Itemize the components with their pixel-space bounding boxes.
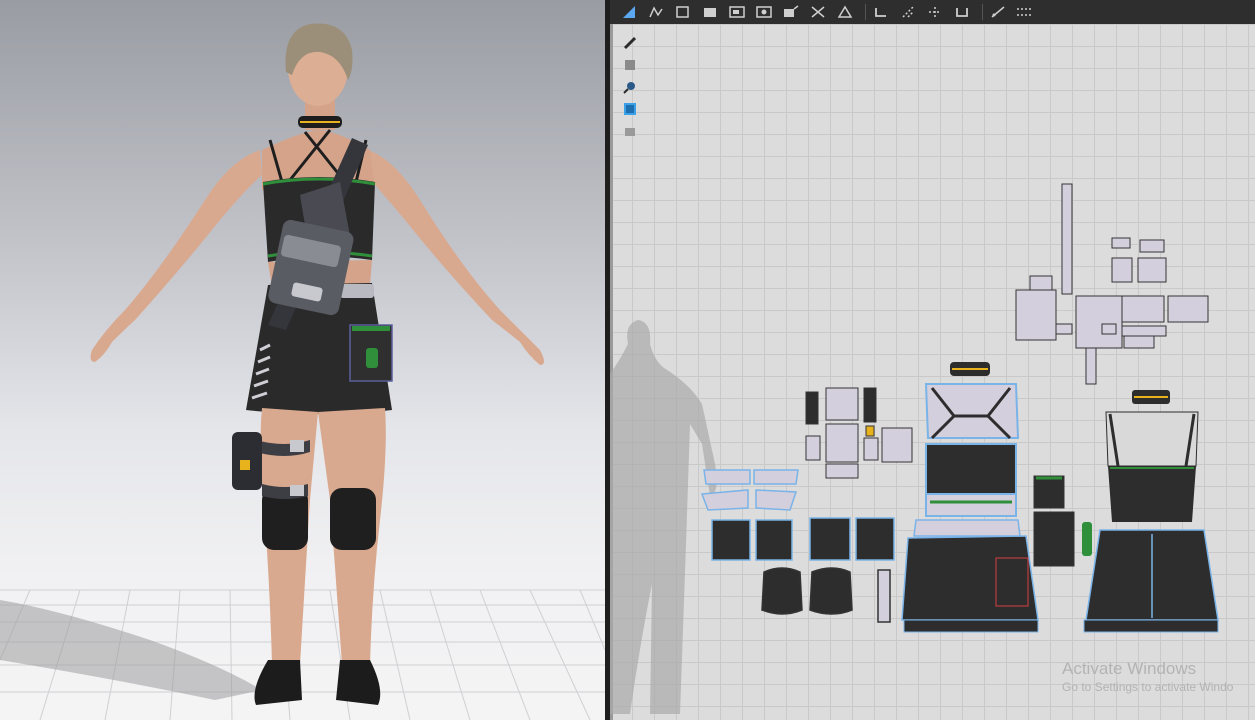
polygon-icon[interactable] [728, 4, 746, 20]
2d-pattern-window[interactable]: Activate Windows Go to Settings to activ… [610, 0, 1255, 720]
pattern-cluster-pouch[interactable] [805, 387, 913, 479]
select-pattern-icon[interactable] [620, 4, 638, 20]
line-icon[interactable] [1016, 4, 1034, 20]
sewing-tool-icon[interactable] [926, 4, 944, 20]
sew-icon[interactable] [809, 4, 827, 20]
avatar-model[interactable] [90, 23, 544, 705]
segment-sewing-icon[interactable] [836, 4, 854, 20]
right-knee-pad [330, 488, 376, 550]
left-shoe [254, 660, 302, 705]
free-sewing-icon[interactable] [953, 4, 971, 20]
toolbar-separator [982, 4, 983, 20]
avatar-silhouette [610, 320, 717, 714]
pattern-bodice-front[interactable] [901, 362, 1039, 633]
fold-icon[interactable] [782, 4, 800, 20]
rectangle-icon[interactable] [701, 4, 719, 20]
toolbar-separator [865, 4, 866, 20]
internal-polygon-icon[interactable] [755, 4, 773, 20]
2d-toolbar [610, 0, 1255, 24]
redo-icon[interactable] [899, 4, 917, 20]
pattern-cluster-bags[interactable] [1015, 183, 1209, 385]
pattern-dress-back[interactable] [1083, 390, 1219, 633]
avatar-shadow [0, 600, 262, 700]
measure-icon[interactable] [989, 4, 1007, 20]
3d-viewport[interactable] [0, 0, 605, 720]
pattern-cluster-straps[interactable] [700, 469, 895, 623]
windows-activation-watermark: Activate Windows Go to Settings to activ… [1062, 658, 1233, 694]
watermark-title: Activate Windows [1062, 659, 1197, 678]
transform-icon[interactable] [674, 4, 692, 20]
undo-icon[interactable] [872, 4, 890, 20]
right-shoe [336, 660, 381, 705]
pattern-pocket[interactable] [1033, 475, 1092, 567]
watermark-subtitle: Go to Settings to activate Windo [1062, 680, 1234, 694]
left-arm [90, 150, 262, 362]
edit-pattern-icon[interactable] [647, 4, 665, 20]
pattern-pieces [610, 183, 1219, 714]
